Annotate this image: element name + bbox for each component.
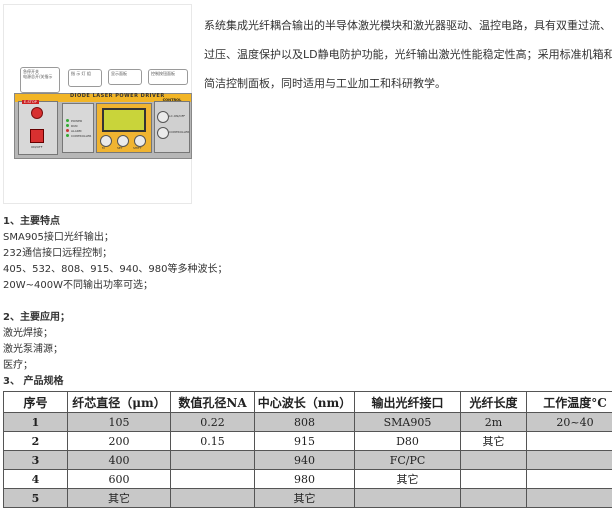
panel-title: DIODE LASER POWER DRIVER bbox=[70, 93, 165, 99]
specs-table: 序号 纤芯直径（μm） 数值孔径NA 中心波长（nm） 输出光纤接口 光纤长度 … bbox=[3, 391, 612, 508]
led-power bbox=[66, 119, 69, 122]
estop-label: E-STOP bbox=[22, 100, 39, 104]
table-cell bbox=[170, 450, 255, 470]
description-line: 系统集成光纤耦合输出的半导体激光模块和激光器驱动、温控电路，具有双重过流、 bbox=[204, 19, 611, 32]
lcd-display bbox=[102, 108, 146, 132]
led-label: POWER bbox=[71, 119, 83, 123]
applications-section: 2、主要应用； 激光焊接； 激光泵浦源； 医疗； bbox=[3, 310, 70, 374]
feature-item: 232通信接口远程控制； bbox=[3, 248, 113, 259]
callout-leds: 指 示 灯 组 bbox=[68, 69, 102, 87]
table-cell: 其它 bbox=[460, 431, 527, 451]
table-cell: 980 bbox=[254, 469, 355, 489]
table-cell bbox=[354, 488, 461, 508]
key-label: SET bbox=[117, 146, 123, 150]
table-cell: 808 bbox=[254, 412, 355, 432]
table-row: 4 600 980 其它 bbox=[3, 469, 612, 489]
table-cell: 其它 bbox=[67, 488, 171, 508]
table-cell: D80 bbox=[354, 431, 461, 451]
table-row: 5 其它 其它 bbox=[3, 488, 612, 508]
product-image: 急停开关 电源总开/关指示 指 示 灯 组 显示面板 控制按钮面板 DIODE … bbox=[3, 4, 192, 204]
table-cell: 其它 bbox=[354, 469, 461, 489]
table-cell: 4 bbox=[3, 469, 68, 489]
key-label: M bbox=[102, 146, 105, 150]
feature-item: SMA905接口光纤输出； bbox=[3, 232, 114, 243]
ctrl-knob-2 bbox=[157, 127, 169, 139]
callout-estop: 急停开关 电源总开/关指示 bbox=[20, 67, 60, 93]
applications-heading: 2、主要应用； bbox=[3, 312, 70, 323]
table-cell: 915 bbox=[254, 431, 355, 451]
table-cell bbox=[526, 450, 612, 470]
callout-display: 显示面板 bbox=[108, 69, 142, 85]
table-cell bbox=[460, 469, 527, 489]
led-label: CONTROLLER bbox=[71, 134, 92, 138]
table-cell: 600 bbox=[67, 469, 171, 489]
led-controller bbox=[66, 134, 69, 137]
application-item: 激光泵浦源； bbox=[3, 344, 63, 355]
column-header: 序号 bbox=[3, 391, 68, 413]
callout-controls: 控制按钮面板 bbox=[148, 69, 188, 85]
table-cell: 其它 bbox=[254, 488, 355, 508]
specs-section: 3、 产品规格 bbox=[3, 374, 63, 390]
table-cell: 0.15 bbox=[170, 431, 255, 451]
led-label: RUN bbox=[71, 124, 78, 128]
product-description: 系统集成光纤耦合输出的半导体激光模块和激光器驱动、温控电路，具有双重过流、 过压… bbox=[204, 11, 612, 98]
table-cell: 2 bbox=[3, 431, 68, 451]
application-item: 激光焊接； bbox=[3, 328, 53, 339]
power-switch bbox=[30, 129, 44, 143]
column-header: 工作温度°C bbox=[526, 391, 612, 413]
application-item: 医疗； bbox=[3, 360, 33, 371]
led-box bbox=[62, 103, 94, 153]
ctrl-knob-1 bbox=[157, 111, 169, 123]
column-header: 输出光纤接口 bbox=[354, 391, 461, 413]
key-label: SHIFT bbox=[133, 146, 142, 150]
feature-item: 405、532、808、915、940、980等多种波长； bbox=[3, 264, 228, 275]
table-cell: SMA905 bbox=[354, 412, 461, 432]
table-cell bbox=[460, 488, 527, 508]
table-cell: 200 bbox=[67, 431, 171, 451]
table-cell bbox=[526, 488, 612, 508]
table-cell: 1 bbox=[3, 412, 68, 432]
column-header: 中心波长（nm） bbox=[254, 391, 355, 413]
table-row: 3 400 940 FC/PC bbox=[3, 450, 612, 470]
table-header-row: 序号 纤芯直径（μm） 数值孔径NA 中心波长（nm） 输出光纤接口 光纤长度 … bbox=[3, 391, 612, 413]
column-header: 数值孔径NA bbox=[170, 391, 255, 413]
column-header: 纤芯直径（μm） bbox=[67, 391, 171, 413]
table-row: 1 105 0.22 808 SMA905 2m 20~40 bbox=[3, 412, 612, 432]
description-line: 过压、温度保护以及LD静电防护功能，光纤输出激光性能稳定性高；采用标准机箱和 bbox=[204, 48, 612, 61]
description-line: 简洁控制面板，同时适用与工业加工和科研教学。 bbox=[204, 77, 446, 90]
ctrl-label: CONTROLLER bbox=[169, 130, 190, 134]
feature-item: 20W~400W不同输出功率可选； bbox=[3, 280, 153, 291]
led-alarm bbox=[66, 129, 69, 132]
ctrl-label: LC.ON/OFF bbox=[169, 114, 186, 118]
table-cell bbox=[170, 469, 255, 489]
features-heading: 1、主要特点 bbox=[3, 216, 60, 227]
table-cell: 0.22 bbox=[170, 412, 255, 432]
table-cell bbox=[170, 488, 255, 508]
estop-button bbox=[31, 107, 43, 119]
table-cell: 5 bbox=[3, 488, 68, 508]
column-header: 光纤长度 bbox=[460, 391, 527, 413]
table-cell: 3 bbox=[3, 450, 68, 470]
table-cell bbox=[526, 469, 612, 489]
table-cell: 20~40 bbox=[526, 412, 612, 432]
features-section: 1、主要特点 SMA905接口光纤输出； 232通信接口远程控制； 405、53… bbox=[3, 214, 228, 294]
table-row: 2 200 0.15 915 D80 其它 bbox=[3, 431, 612, 451]
table-cell: 940 bbox=[254, 450, 355, 470]
led-run bbox=[66, 124, 69, 127]
table-cell: 105 bbox=[67, 412, 171, 432]
table-cell bbox=[460, 450, 527, 470]
led-label: ALARM bbox=[71, 129, 82, 133]
table-cell bbox=[526, 431, 612, 451]
table-cell: FC/PC bbox=[354, 450, 461, 470]
table-cell: 2m bbox=[460, 412, 527, 432]
table-cell: 400 bbox=[67, 450, 171, 470]
specs-heading: 3、 产品规格 bbox=[3, 376, 64, 387]
switch-label: ON/OFF bbox=[31, 145, 43, 149]
